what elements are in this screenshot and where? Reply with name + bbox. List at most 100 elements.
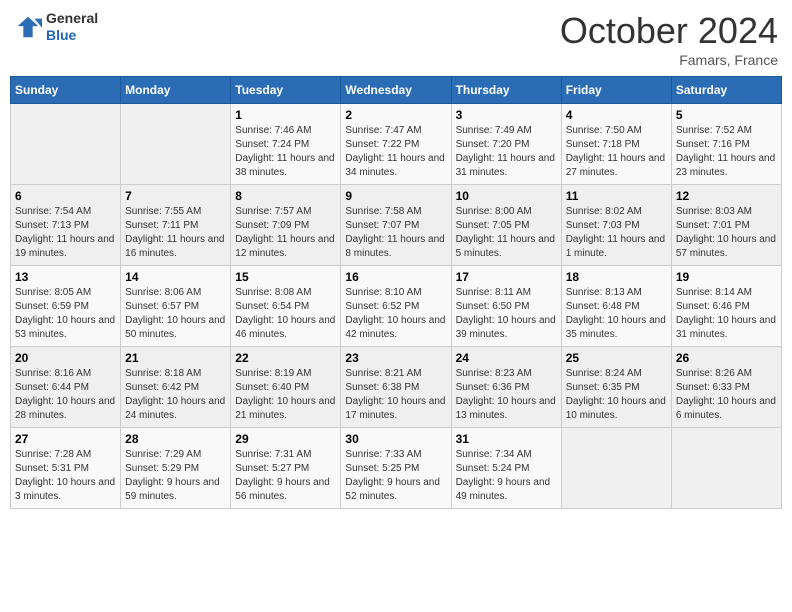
day-number: 6 bbox=[15, 189, 116, 203]
col-header-friday: Friday bbox=[561, 77, 671, 104]
day-cell: 21 Sunrise: 8:18 AMSunset: 6:42 PMDayligh… bbox=[121, 347, 231, 428]
day-info: Sunrise: 7:54 AMSunset: 7:13 PMDaylight:… bbox=[15, 205, 116, 261]
day-info: Sunrise: 7:46 AMSunset: 7:24 PMDaylight:… bbox=[235, 124, 336, 180]
week-row-1: 1 Sunrise: 7:46 AMSunset: 7:24 PMDaylight… bbox=[11, 104, 782, 185]
day-info: Sunrise: 8:24 AMSunset: 6:35 PMDaylight:… bbox=[566, 367, 667, 423]
day-info: Sunrise: 7:34 AMSunset: 5:24 PMDaylight:… bbox=[456, 448, 557, 504]
day-info: Sunrise: 7:52 AMSunset: 7:16 PMDaylight:… bbox=[676, 124, 777, 180]
col-header-wednesday: Wednesday bbox=[341, 77, 451, 104]
day-number: 15 bbox=[235, 270, 336, 284]
day-number: 23 bbox=[345, 351, 446, 365]
day-info: Sunrise: 8:05 AMSunset: 6:59 PMDaylight:… bbox=[15, 286, 116, 342]
day-cell bbox=[561, 428, 671, 509]
day-info: Sunrise: 7:29 AMSunset: 5:29 PMDaylight:… bbox=[125, 448, 226, 504]
week-row-3: 13Sunrise: 8:05 AMSunset: 6:59 PMDayligh… bbox=[11, 266, 782, 347]
logo-icon bbox=[14, 13, 42, 41]
day-info: Sunrise: 8:14 AMSunset: 6:46 PMDaylight:… bbox=[676, 286, 777, 342]
day-info: Sunrise: 8:06 AMSunset: 6:57 PMDaylight:… bbox=[125, 286, 226, 342]
day-info: Sunrise: 7:55 AMSunset: 7:11 PMDaylight:… bbox=[125, 205, 226, 261]
day-info: Sunrise: 7:28 AMSunset: 5:31 PMDaylight:… bbox=[15, 448, 116, 504]
day-number: 28 bbox=[125, 432, 226, 446]
day-number: 31 bbox=[456, 432, 557, 446]
day-cell: 11 Sunrise: 8:02 AMSunset: 7:03 PMDayligh… bbox=[561, 185, 671, 266]
day-info: Sunrise: 7:57 AMSunset: 7:09 PMDaylight:… bbox=[235, 205, 336, 261]
day-cell: 25 Sunrise: 8:24 AMSunset: 6:35 PMDayligh… bbox=[561, 347, 671, 428]
day-cell: 8Sunrise: 7:57 AMSunset: 7:09 PMDaylight… bbox=[231, 185, 341, 266]
day-info: Sunrise: 8:00 AMSunset: 7:05 PMDaylight:… bbox=[456, 205, 557, 261]
day-info: Sunrise: 7:33 AMSunset: 5:25 PMDaylight:… bbox=[345, 448, 446, 504]
day-cell bbox=[121, 104, 231, 185]
day-number: 2 bbox=[345, 108, 446, 122]
day-number: 19 bbox=[676, 270, 777, 284]
day-cell: 13Sunrise: 8:05 AMSunset: 6:59 PMDayligh… bbox=[11, 266, 121, 347]
day-number: 20 bbox=[15, 351, 116, 365]
day-number: 21 bbox=[125, 351, 226, 365]
col-header-monday: Monday bbox=[121, 77, 231, 104]
day-number: 11 bbox=[566, 189, 667, 203]
logo: General Blue bbox=[14, 10, 98, 44]
day-cell bbox=[11, 104, 121, 185]
logo-line2: Blue bbox=[46, 27, 98, 44]
day-cell: 12Sunrise: 8:03 AMSunset: 7:01 PMDayligh… bbox=[671, 185, 781, 266]
day-cell: 10 Sunrise: 8:00 AMSunset: 7:05 PMDayligh… bbox=[451, 185, 561, 266]
calendar-table: SundayMondayTuesdayWednesdayThursdayFrid… bbox=[10, 76, 782, 509]
location: Famars, France bbox=[560, 52, 778, 68]
day-info: Sunrise: 8:18 AMSunset: 6:42 PMDaylight:… bbox=[125, 367, 226, 423]
week-row-5: 27 Sunrise: 7:28 AMSunset: 5:31 PMDayligh… bbox=[11, 428, 782, 509]
day-number: 1 bbox=[235, 108, 336, 122]
day-cell: 26 Sunrise: 8:26 AMSunset: 6:33 PMDayligh… bbox=[671, 347, 781, 428]
day-info: Sunrise: 8:21 AMSunset: 6:38 PMDaylight:… bbox=[345, 367, 446, 423]
month-title: October 2024 bbox=[560, 10, 778, 52]
day-cell: 3Sunrise: 7:49 AMSunset: 7:20 PMDaylight… bbox=[451, 104, 561, 185]
day-cell: 19 Sunrise: 8:14 AMSunset: 6:46 PMDayligh… bbox=[671, 266, 781, 347]
day-cell: 24Sunrise: 8:23 AMSunset: 6:36 PMDayligh… bbox=[451, 347, 561, 428]
day-cell: 6 Sunrise: 7:54 AMSunset: 7:13 PMDaylight… bbox=[11, 185, 121, 266]
day-number: 30 bbox=[345, 432, 446, 446]
logo-text: General Blue bbox=[46, 10, 98, 44]
day-cell: 22Sunrise: 8:19 AMSunset: 6:40 PMDayligh… bbox=[231, 347, 341, 428]
day-cell: 29 Sunrise: 7:31 AMSunset: 5:27 PMDayligh… bbox=[231, 428, 341, 509]
day-number: 18 bbox=[566, 270, 667, 284]
col-header-tuesday: Tuesday bbox=[231, 77, 341, 104]
day-cell: 14Sunrise: 8:06 AMSunset: 6:57 PMDayligh… bbox=[121, 266, 231, 347]
day-cell: 31 Sunrise: 7:34 AMSunset: 5:24 PMDayligh… bbox=[451, 428, 561, 509]
day-number: 25 bbox=[566, 351, 667, 365]
week-row-4: 20 Sunrise: 8:16 AMSunset: 6:44 PMDayligh… bbox=[11, 347, 782, 428]
day-info: Sunrise: 7:31 AMSunset: 5:27 PMDaylight:… bbox=[235, 448, 336, 504]
day-cell: 23 Sunrise: 8:21 AMSunset: 6:38 PMDayligh… bbox=[341, 347, 451, 428]
day-cell: 2 Sunrise: 7:47 AMSunset: 7:22 PMDaylight… bbox=[341, 104, 451, 185]
day-number: 3 bbox=[456, 108, 557, 122]
day-cell: 5 Sunrise: 7:52 AMSunset: 7:16 PMDaylight… bbox=[671, 104, 781, 185]
day-info: Sunrise: 8:08 AMSunset: 6:54 PMDaylight:… bbox=[235, 286, 336, 342]
day-cell: 27 Sunrise: 7:28 AMSunset: 5:31 PMDayligh… bbox=[11, 428, 121, 509]
header-row: SundayMondayTuesdayWednesdayThursdayFrid… bbox=[11, 77, 782, 104]
day-info: Sunrise: 7:58 AMSunset: 7:07 PMDaylight:… bbox=[345, 205, 446, 261]
day-info: Sunrise: 8:19 AMSunset: 6:40 PMDaylight:… bbox=[235, 367, 336, 423]
day-cell: 16Sunrise: 8:10 AMSunset: 6:52 PMDayligh… bbox=[341, 266, 451, 347]
page-header: General Blue October 2024 Famars, France bbox=[10, 10, 782, 68]
day-cell: 9 Sunrise: 7:58 AMSunset: 7:07 PMDaylight… bbox=[341, 185, 451, 266]
day-cell: 4 Sunrise: 7:50 AMSunset: 7:18 PMDaylight… bbox=[561, 104, 671, 185]
day-number: 9 bbox=[345, 189, 446, 203]
title-block: October 2024 Famars, France bbox=[560, 10, 778, 68]
day-info: Sunrise: 7:47 AMSunset: 7:22 PMDaylight:… bbox=[345, 124, 446, 180]
day-number: 17 bbox=[456, 270, 557, 284]
day-number: 10 bbox=[456, 189, 557, 203]
day-info: Sunrise: 8:26 AMSunset: 6:33 PMDaylight:… bbox=[676, 367, 777, 423]
day-number: 26 bbox=[676, 351, 777, 365]
day-number: 4 bbox=[566, 108, 667, 122]
day-cell bbox=[671, 428, 781, 509]
day-number: 5 bbox=[676, 108, 777, 122]
week-row-2: 6 Sunrise: 7:54 AMSunset: 7:13 PMDaylight… bbox=[11, 185, 782, 266]
day-number: 27 bbox=[15, 432, 116, 446]
day-info: Sunrise: 8:10 AMSunset: 6:52 PMDaylight:… bbox=[345, 286, 446, 342]
day-number: 12 bbox=[676, 189, 777, 203]
day-cell: 30 Sunrise: 7:33 AMSunset: 5:25 PMDayligh… bbox=[341, 428, 451, 509]
day-number: 24 bbox=[456, 351, 557, 365]
day-info: Sunrise: 8:16 AMSunset: 6:44 PMDaylight:… bbox=[15, 367, 116, 423]
day-number: 29 bbox=[235, 432, 336, 446]
day-info: Sunrise: 8:02 AMSunset: 7:03 PMDaylight:… bbox=[566, 205, 667, 261]
col-header-thursday: Thursday bbox=[451, 77, 561, 104]
logo-line1: General bbox=[46, 10, 98, 27]
day-info: Sunrise: 7:50 AMSunset: 7:18 PMDaylight:… bbox=[566, 124, 667, 180]
